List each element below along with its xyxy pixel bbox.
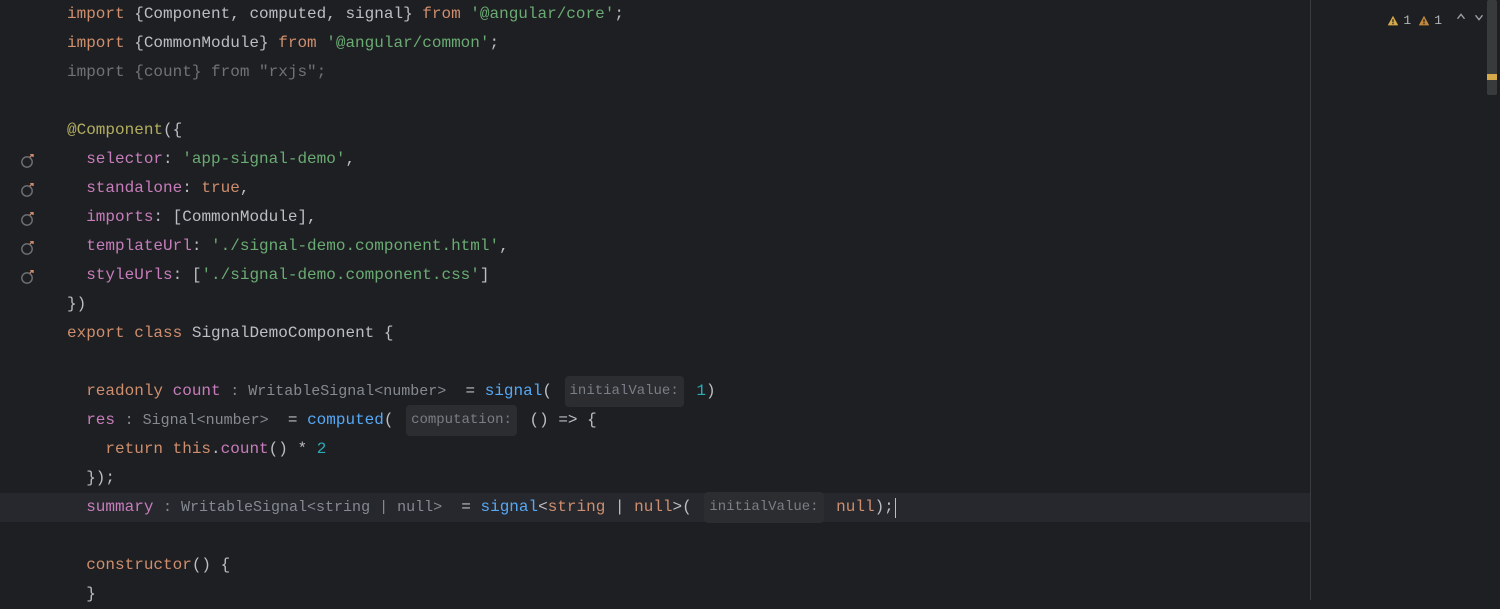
editor-divider [1310, 0, 1311, 600]
prev-highlight-button[interactable] [1454, 6, 1468, 35]
usage-hint-icon[interactable] [20, 181, 36, 197]
code-line[interactable]: selector: 'app-signal-demo', [67, 145, 1310, 174]
code-area[interactable]: import {Component, computed, signal} fro… [55, 0, 1310, 600]
text-cursor [895, 498, 896, 518]
warning-badge-typo[interactable]: 1 [1417, 6, 1442, 35]
warning-badge-weak[interactable]: 1 [1386, 6, 1411, 35]
inlay-hint: : WritableSignal<number> [230, 377, 446, 406]
inlay-hint-param: initialValue: [565, 376, 684, 407]
code-line[interactable]: imports: [CommonModule], [67, 203, 1310, 232]
code-line[interactable]: export class SignalDemoComponent { [67, 319, 1310, 348]
usage-hint-icon[interactable] [20, 152, 36, 168]
code-line[interactable]: res : Signal<number> = computed( computa… [67, 406, 1310, 435]
scrollbar-thumb[interactable] [1487, 0, 1497, 95]
code-line[interactable]: templateUrl: './signal-demo.component.ht… [67, 232, 1310, 261]
code-line[interactable]: } [67, 580, 1310, 609]
code-line[interactable]: standalone: true, [67, 174, 1310, 203]
inlay-hint-param: initialValue: [704, 492, 823, 523]
scrollbar-track[interactable] [1487, 0, 1497, 600]
inlay-hint-param: computation: [406, 405, 517, 436]
code-line[interactable]: import {count} from "rxjs"; [67, 58, 1310, 87]
inspection-widget[interactable]: 1 1 [1386, 6, 1486, 35]
inlay-hint: : Signal<number> [125, 406, 269, 435]
code-line[interactable]: import {Component, computed, signal} fro… [67, 0, 1310, 29]
code-line[interactable]: return this.count() * 2 [67, 435, 1310, 464]
code-line[interactable]: readonly count : WritableSignal<number> … [67, 377, 1310, 406]
code-line[interactable]: constructor() { [67, 551, 1310, 580]
right-panel: 1 1 [1310, 0, 1500, 600]
editor-container: import {Component, computed, signal} fro… [0, 0, 1500, 600]
code-line[interactable]: import {CommonModule} from '@angular/com… [67, 29, 1310, 58]
code-line[interactable]: @Component({ [67, 116, 1310, 145]
code-line[interactable]: }); [67, 464, 1310, 493]
scroll-marker-warning[interactable] [1487, 74, 1497, 80]
code-line[interactable]: styleUrls: ['./signal-demo.component.css… [67, 261, 1310, 290]
code-line[interactable] [67, 348, 1310, 377]
usage-hint-icon[interactable] [20, 268, 36, 284]
code-line-active[interactable]: summary : WritableSignal<string | null> … [0, 493, 1310, 522]
warning-count: 1 [1434, 6, 1442, 35]
usage-hint-icon[interactable] [20, 210, 36, 226]
code-line[interactable] [67, 87, 1310, 116]
code-line[interactable]: }) [67, 290, 1310, 319]
usage-hint-icon[interactable] [20, 239, 36, 255]
warning-count: 1 [1403, 6, 1411, 35]
inlay-hint: : WritableSignal<string | null> [163, 493, 442, 522]
next-highlight-button[interactable] [1472, 6, 1486, 35]
code-line[interactable] [67, 522, 1310, 551]
